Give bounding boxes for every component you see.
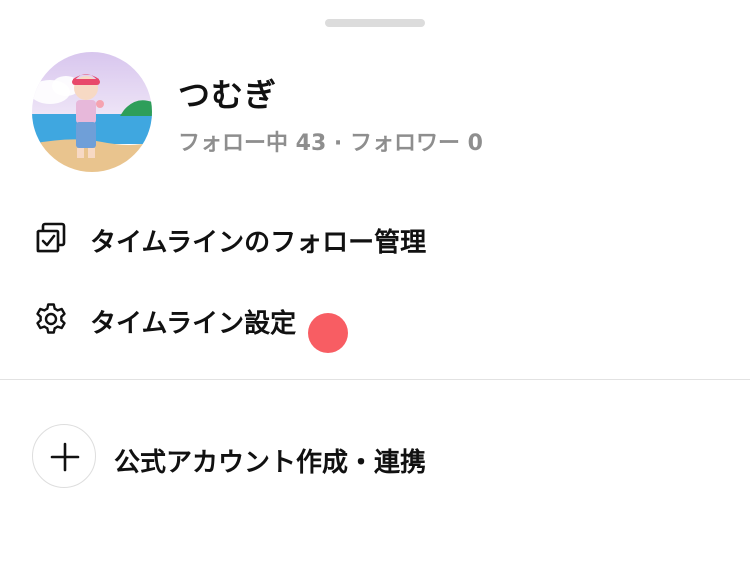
drag-handle[interactable] xyxy=(325,19,425,27)
create-official-account-label: 公式アカウント作成・連携 xyxy=(114,448,427,478)
plus-icon xyxy=(50,442,80,472)
menu-item-follow-management[interactable]: タイムラインのフォロー管理 xyxy=(0,208,750,268)
bottom-sheet: つむぎ フォロー中 43 · フォロワー 0 タイムラインのフォロー管理 タイム… xyxy=(0,0,750,562)
menu-item-label: タイムラインのフォロー管理 xyxy=(90,228,427,258)
avatar-image xyxy=(32,52,152,172)
touch-indicator xyxy=(308,313,348,353)
follow-stats[interactable]: フォロー中 43 · フォロワー 0 xyxy=(178,125,483,157)
profile-name: つむぎ xyxy=(178,76,278,114)
plus-circle xyxy=(32,424,96,488)
menu-item-timeline-settings[interactable]: タイムライン設定 xyxy=(0,289,750,349)
checked-box-icon xyxy=(36,222,66,253)
avatar[interactable] xyxy=(32,52,152,172)
divider xyxy=(0,379,750,380)
gear-icon xyxy=(36,303,66,334)
create-official-account-button[interactable]: 公式アカウント作成・連携 xyxy=(0,424,750,490)
menu-item-label: タイムライン設定 xyxy=(90,309,297,339)
